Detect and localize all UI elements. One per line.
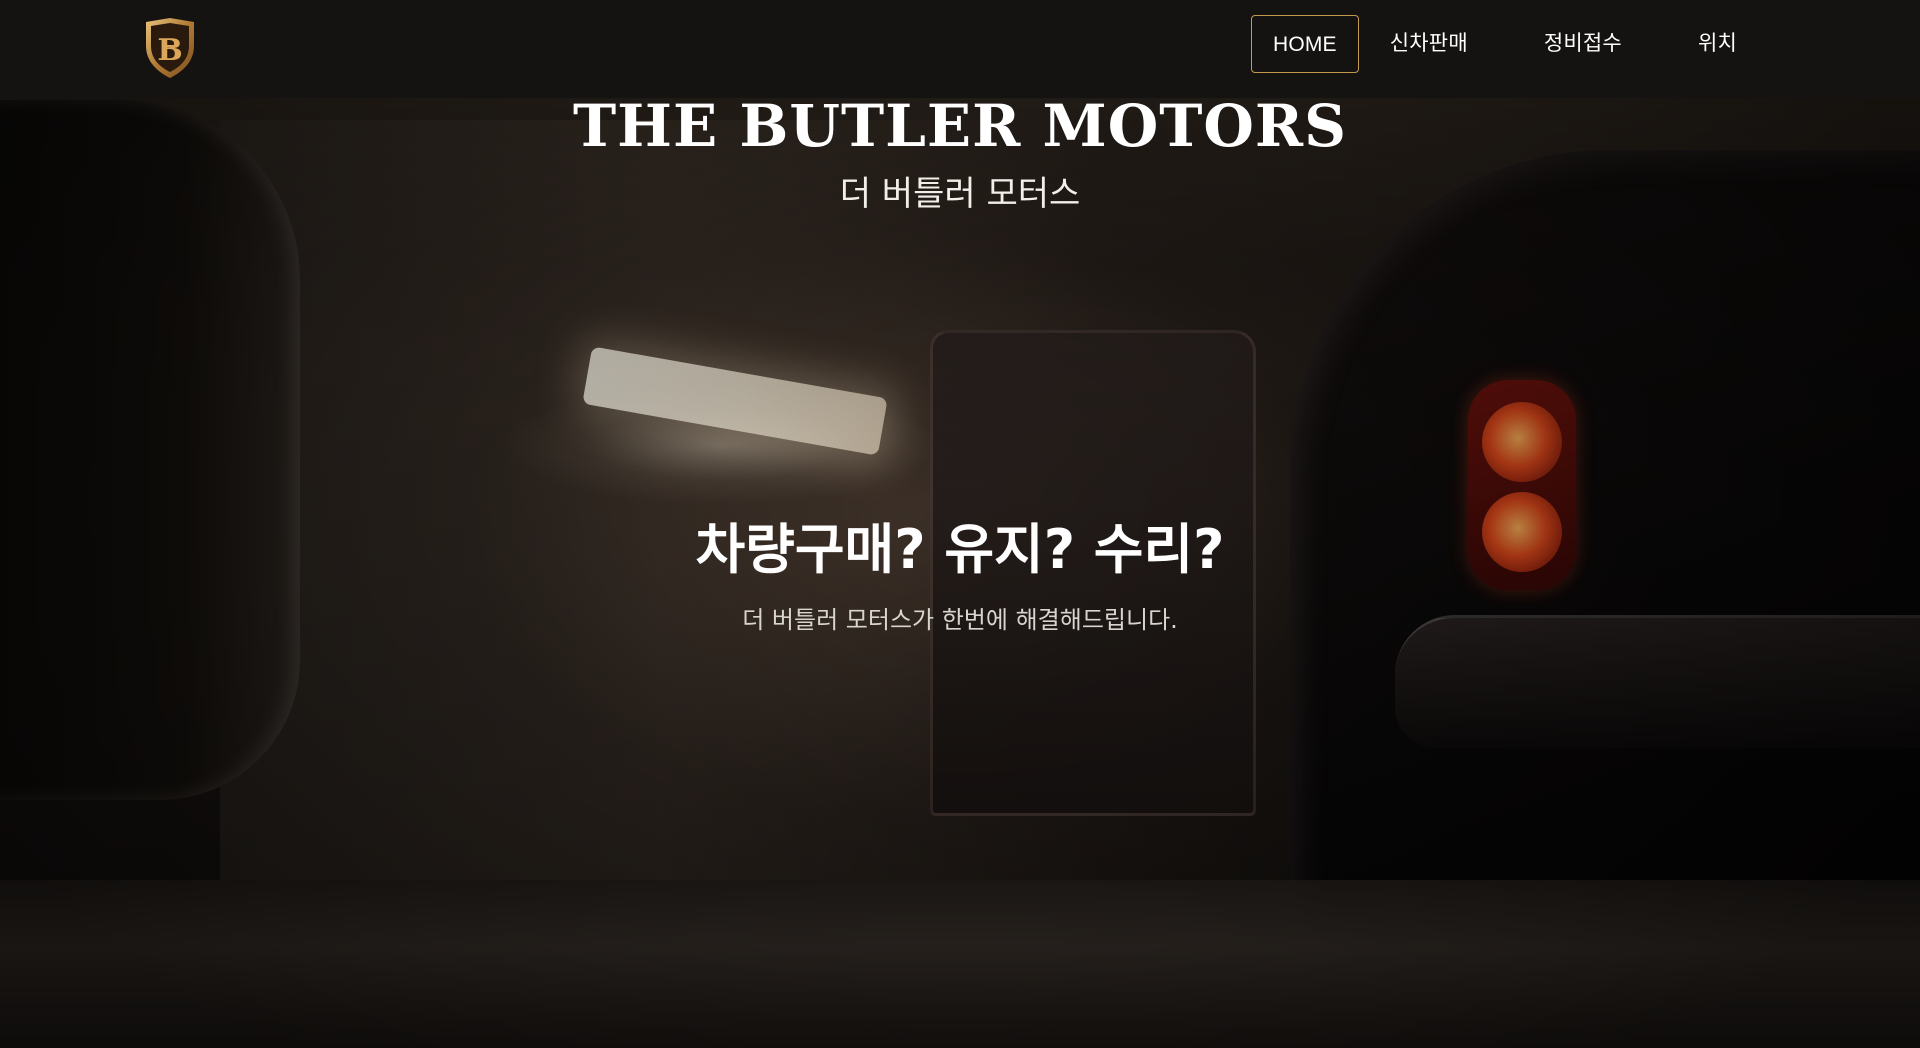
main-nav: HOME 신차판매 정비접수 위치 xyxy=(1250,14,1920,74)
hero-section: B HOME 신차판매 정비접수 위치 THE BUTLER MOTORS 더 … xyxy=(0,0,1920,1048)
brand-title: THE BUTLER MOTORS xyxy=(572,92,1347,160)
shield-b-crest-icon[interactable]: B xyxy=(142,16,198,80)
hero-headline: 차량구매? 유지? 수리? xyxy=(695,518,1225,581)
top-navbar: B HOME 신차판매 정비접수 위치 xyxy=(0,0,1920,98)
nav-item-service-reception[interactable]: 정비접수 xyxy=(1523,15,1643,73)
nav-item-home[interactable]: HOME xyxy=(1250,15,1359,73)
brand-subtitle: 더 버틀러 모터스 xyxy=(839,174,1081,214)
nav-item-new-car-sales[interactable]: 신차판매 xyxy=(1369,15,1489,73)
svg-text:B: B xyxy=(157,33,182,68)
nav-item-location[interactable]: 위치 xyxy=(1677,15,1758,73)
hero-tagline: 더 버틀러 모터스가 한번에 해결해드립니다. xyxy=(742,606,1178,634)
